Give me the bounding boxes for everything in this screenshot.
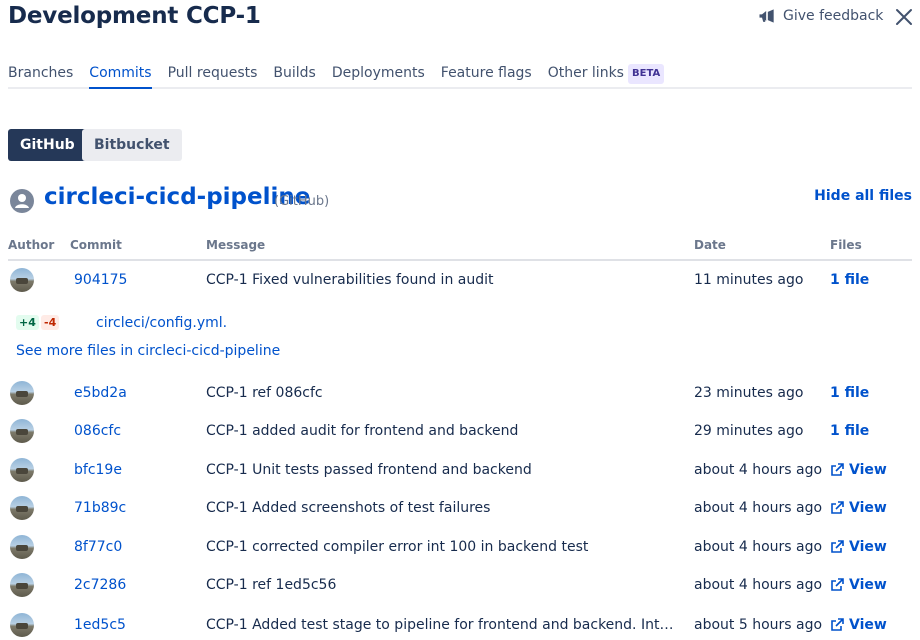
commit-date: about 4 hours ago (694, 539, 823, 555)
tab-feature-flags[interactable]: Feature flags (441, 64, 532, 89)
changed-file-link[interactable]: circleci/config.yml. (96, 315, 227, 331)
table-row: bfc19e CCP-1 Unit tests passed frontend … (0, 451, 920, 489)
user-avatar-icon (10, 189, 34, 213)
repo-name-link[interactable]: circleci-cicd-pipeline (44, 184, 310, 210)
view-files-link[interactable]: View (830, 577, 887, 593)
tab-branches[interactable]: Branches (8, 64, 73, 89)
view-label: View (849, 577, 887, 593)
megaphone-icon (759, 9, 774, 23)
commit-hash-link[interactable]: bfc19e (74, 462, 122, 478)
author-avatar[interactable] (10, 573, 34, 597)
tab-deployments[interactable]: Deployments (332, 64, 425, 89)
commit-hash-link[interactable]: 8f77c0 (74, 539, 122, 555)
column-header-message: Message (206, 238, 266, 252)
files-count-label: 1 file (830, 423, 870, 439)
commit-hash-link[interactable]: 2c7286 (74, 577, 126, 593)
table-row: e5bd2a CCP-1 ref 086cfc 23 minutes ago 1… (0, 374, 920, 412)
table-row: 904175 CCP-1 Fixed vulnerabilities found… (0, 261, 920, 299)
commit-message: CCP-1 Fixed vulnerabilities found in aud… (206, 272, 494, 288)
commit-message: CCP-1 corrected compiler error int 100 i… (206, 539, 589, 555)
commit-date: about 5 hours ago (694, 617, 823, 633)
github-provider-button[interactable]: GitHub (8, 129, 87, 161)
table-row: 2c7286 CCP-1 ref 1ed5c56 about 4 hours a… (0, 566, 920, 604)
files-count-label: 1 file (830, 272, 870, 288)
bitbucket-provider-button[interactable]: Bitbucket (82, 129, 182, 161)
view-files-link[interactable]: View (830, 539, 887, 555)
commit-hash-link[interactable]: 71b89c (74, 500, 126, 516)
view-files-link[interactable]: View (830, 462, 887, 478)
view-label: View (849, 617, 887, 633)
author-avatar[interactable] (10, 613, 34, 637)
commit-hash-link[interactable]: 904175 (74, 272, 127, 288)
commit-date: 11 minutes ago (694, 272, 804, 288)
view-label: View (849, 462, 887, 478)
commit-date: about 4 hours ago (694, 462, 823, 478)
table-row: 1ed5c5 CCP-1 Added test stage to pipelin… (0, 606, 920, 640)
author-avatar[interactable] (10, 535, 34, 559)
author-avatar[interactable] (10, 458, 34, 482)
column-header-commit: Commit (70, 238, 122, 252)
commit-date: about 4 hours ago (694, 577, 823, 593)
commit-message: CCP-1 Added screenshots of test failures (206, 500, 491, 516)
author-avatar[interactable] (10, 419, 34, 443)
tab-commits[interactable]: Commits (89, 64, 152, 89)
tab-other-links-label: Other links (547, 65, 624, 81)
tab-other-links[interactable]: Other links BETA (548, 64, 665, 89)
commit-date: 23 minutes ago (694, 385, 804, 401)
column-header-files: Files (830, 238, 862, 252)
external-link-icon (831, 618, 844, 631)
commit-message: CCP-1 Added test stage to pipeline for f… (206, 617, 674, 633)
table-row: 8f77c0 CCP-1 corrected compiler error in… (0, 528, 920, 566)
hide-all-files-button[interactable]: Hide all files (814, 188, 912, 204)
commit-date: 29 minutes ago (694, 423, 804, 439)
close-icon[interactable] (893, 6, 915, 28)
commit-hash-link[interactable]: 1ed5c5 (74, 617, 126, 633)
repo-provider-label: (GitHub) (274, 194, 330, 209)
commit-message: CCP-1 Unit tests passed frontend and bac… (206, 462, 532, 478)
column-header-author: Author (8, 238, 55, 252)
author-avatar[interactable] (10, 496, 34, 520)
commit-message: CCP-1 ref 086cfc (206, 385, 323, 401)
commit-hash-link[interactable]: e5bd2a (74, 385, 127, 401)
table-row: 71b89c CCP-1 Added screenshots of test f… (0, 489, 920, 527)
give-feedback-label: Give feedback (783, 8, 884, 24)
table-row: 086cfc CCP-1 added audit for frontend an… (0, 412, 920, 450)
commit-message: CCP-1 added audit for frontend and backe… (206, 423, 519, 439)
lines-removed-badge: -4 (41, 315, 60, 330)
view-files-link[interactable]: View (830, 617, 887, 633)
give-feedback-button[interactable]: Give feedback (757, 6, 883, 26)
files-count-label: 1 file (830, 385, 870, 401)
commit-date: about 4 hours ago (694, 500, 823, 516)
external-link-icon (831, 501, 844, 514)
files-count-toggle[interactable]: 1 file (830, 385, 869, 401)
tab-pull-requests[interactable]: Pull requests (168, 64, 258, 89)
see-more-files-link[interactable]: See more files in circleci-cicd-pipeline (16, 343, 280, 359)
view-label: View (849, 539, 887, 555)
author-avatar[interactable] (10, 381, 34, 405)
files-count-toggle[interactable]: 1 file (830, 423, 869, 439)
tab-builds[interactable]: Builds (273, 64, 315, 89)
external-link-icon (831, 578, 844, 591)
page-title: Development CCP-1 (8, 3, 261, 29)
view-files-link[interactable]: View (830, 500, 887, 516)
author-avatar[interactable] (10, 268, 34, 292)
column-header-date: Date (694, 238, 726, 252)
files-count-toggle[interactable]: 1 file (830, 272, 869, 288)
commit-message: CCP-1 ref 1ed5c56 (206, 577, 337, 593)
lines-added-badge: +4 (16, 315, 39, 330)
commit-hash-link[interactable]: 086cfc (74, 423, 121, 439)
external-link-icon (831, 540, 844, 553)
tab-bar: Branches Commits Pull requests Builds De… (8, 64, 912, 89)
view-label: View (849, 500, 887, 516)
beta-badge: BETA (627, 64, 665, 84)
external-link-icon (831, 463, 844, 476)
